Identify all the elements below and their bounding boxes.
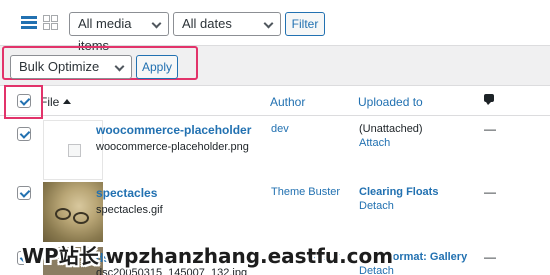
author-link[interactable]: dev [271, 123, 289, 135]
chevron-down-icon [151, 18, 162, 29]
media-filename: woocommerce-placeholder.png [96, 141, 249, 153]
bulk-action-value: Bulk Optimize [19, 59, 100, 74]
comments-count: — [484, 185, 496, 199]
column-author[interactable]: Author [270, 95, 305, 109]
column-uploaded-to[interactable]: Uploaded to [358, 95, 423, 109]
table-row: woocommerce-placeholder woocommerce-plac… [0, 117, 550, 180]
select-all-highlight [4, 85, 43, 119]
detach-link[interactable]: Detach [359, 200, 394, 212]
chevron-down-icon [263, 18, 274, 29]
column-file[interactable]: File [40, 95, 72, 109]
row-checkbox[interactable] [17, 186, 31, 200]
spectacles-thumbnail[interactable] [43, 182, 103, 242]
media-type-select[interactable]: All media items [69, 12, 169, 53]
attach-link[interactable]: Attach [359, 137, 390, 149]
uploaded-to-link[interactable]: Clearing Floats [359, 186, 438, 198]
placeholder-thumbnail[interactable] [43, 120, 103, 180]
comments-count: — [484, 122, 496, 136]
table-header: File Author Uploaded to [0, 86, 550, 116]
uploaded-to-text: (Unattached) [359, 123, 423, 135]
date-value: All dates [182, 16, 232, 31]
bulk-action-select[interactable]: Bulk Optimize [10, 55, 132, 79]
author-link[interactable]: Theme Buster [271, 186, 340, 198]
image-placeholder-icon [68, 144, 81, 157]
table-row: spectacles spectacles.gif Theme Buster C… [0, 180, 550, 245]
grid-view-icon[interactable] [43, 15, 59, 31]
row-checkbox[interactable] [17, 127, 31, 141]
media-title-link[interactable]: woocommerce-placeholder [96, 123, 251, 137]
list-view-icon[interactable] [21, 15, 37, 31]
watermark: WP站长 wpzhanzhang.eastfu.com [22, 244, 394, 268]
media-title-link[interactable]: spectacles [96, 186, 157, 200]
apply-button[interactable]: Apply [136, 55, 178, 79]
chevron-down-icon [114, 61, 125, 72]
media-filter-bar: All media items All dates Filter [0, 0, 550, 53]
sort-ascending-icon [63, 99, 72, 104]
comment-bubble-icon [484, 94, 494, 105]
comments-count: — [484, 250, 496, 264]
media-filename: spectacles.gif [96, 204, 163, 216]
date-select[interactable]: All dates [173, 12, 281, 36]
filter-button[interactable]: Filter [285, 12, 325, 36]
